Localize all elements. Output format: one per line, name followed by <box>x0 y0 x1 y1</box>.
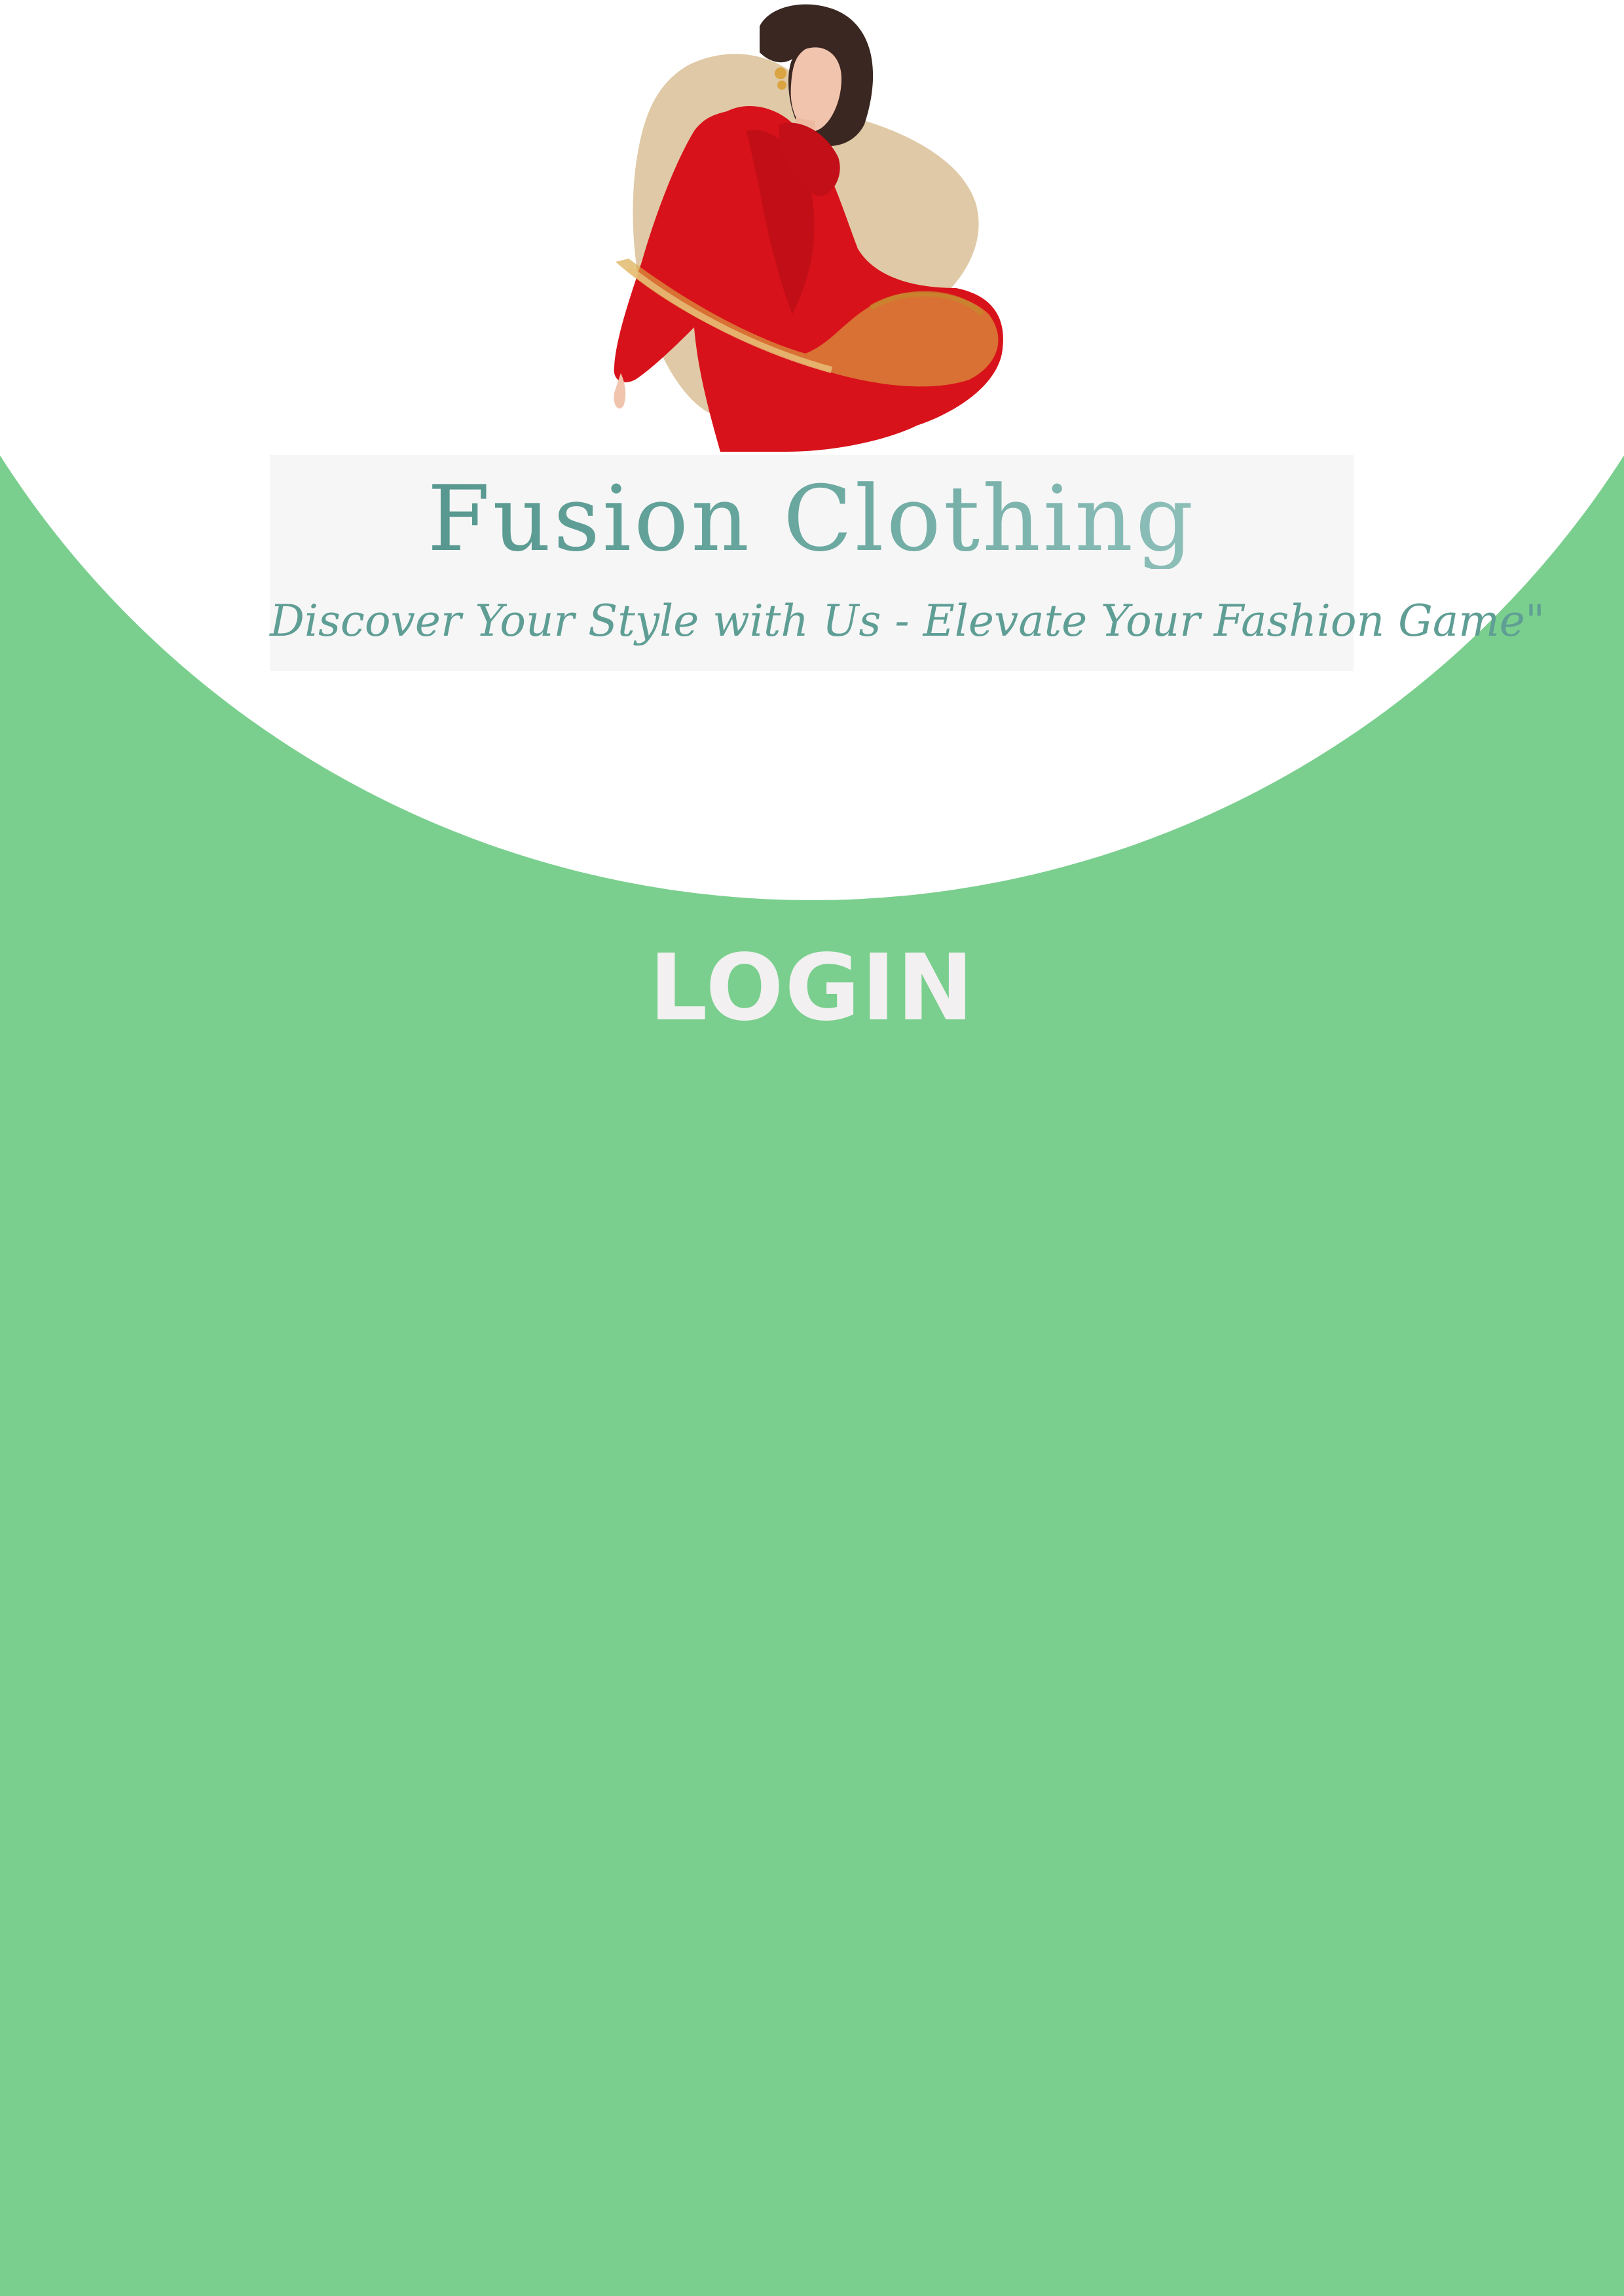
fashion-model-image <box>614 4 1003 452</box>
brand-banner: Fusion Clothing Discover Your Style with… <box>270 455 1545 671</box>
brand-name: Fusion Clothing <box>270 469 1354 569</box>
brand-tagline: Discover Your Style with Us - Elevate Yo… <box>270 596 1545 646</box>
login-screen: Fusion Clothing Discover Your Style with… <box>0 0 1624 2296</box>
login-title: LOGIN <box>649 935 975 1042</box>
